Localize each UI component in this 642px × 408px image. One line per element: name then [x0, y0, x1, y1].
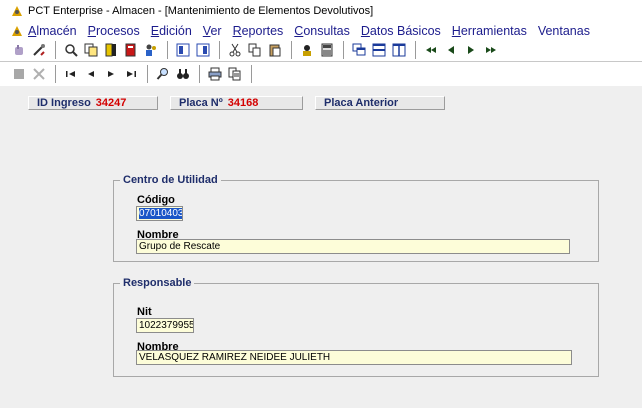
window-title: PCT Enterprise - Almacen - [Mantenimient… [28, 5, 374, 17]
tools-icon[interactable] [30, 41, 48, 59]
navigation-toolbar [0, 63, 642, 85]
hand-icon[interactable] [10, 41, 28, 59]
responsable-nombre-field[interactable]: VELASQUEZ RAMIREZ NEIDEE JULIETH [136, 350, 572, 365]
arrow-prev-icon[interactable] [442, 41, 460, 59]
codigo-label: Código [137, 194, 175, 206]
grid-view-icon[interactable] [174, 41, 192, 59]
codigo-field[interactable]: 07010403 [136, 206, 183, 221]
copy-icon[interactable] [246, 41, 264, 59]
menu-bar: Almacén Procesos Edición Ver Reportes Co… [0, 22, 642, 39]
arrow-first-icon[interactable] [422, 41, 440, 59]
copy-records-icon[interactable] [82, 41, 100, 59]
toolbar-separator [55, 41, 57, 59]
last-record-icon[interactable] [122, 65, 140, 83]
search-icon[interactable] [154, 65, 172, 83]
nit-label: Nit [137, 306, 152, 318]
id-ingreso-box: ID Ingreso 34247 [28, 96, 158, 110]
menu-procesos[interactable]: Procesos [88, 24, 140, 38]
menu-herramientas[interactable]: Herramientas [452, 24, 527, 38]
tile-horizontal-icon[interactable] [370, 41, 388, 59]
divider [0, 61, 642, 62]
previous-record-icon[interactable] [82, 65, 100, 83]
app-icon [10, 4, 24, 18]
placa-value: 34168 [227, 97, 259, 109]
id-ingreso-label: ID Ingreso [37, 97, 91, 109]
people-icon[interactable] [142, 41, 160, 59]
tile-vertical-icon[interactable] [390, 41, 408, 59]
book-icon[interactable] [102, 41, 120, 59]
menu-reportes[interactable]: Reportes [233, 24, 284, 38]
mdi-child-icon[interactable] [10, 24, 24, 38]
placa-label: Placa Nº [179, 97, 223, 109]
nit-field[interactable]: 1022379955 [136, 318, 194, 333]
binoculars-icon[interactable] [174, 65, 192, 83]
main-toolbar [0, 39, 642, 61]
menu-datos-basicos[interactable]: Datos Básicos [361, 24, 441, 38]
preview-icon[interactable] [226, 65, 244, 83]
id-ingreso-value: 34247 [95, 97, 127, 109]
toolbar-separator [291, 41, 293, 59]
toolbar-separator [199, 65, 201, 83]
responsable-legend: Responsable [123, 277, 192, 289]
placa-anterior-label: Placa Anterior [324, 97, 399, 109]
toolbar-separator [343, 41, 345, 59]
toolbar-separator [251, 65, 253, 83]
paste-icon[interactable] [266, 41, 284, 59]
menu-almacen[interactable]: Almacén [28, 24, 77, 38]
toolbar-separator [415, 41, 417, 59]
cut-icon[interactable] [226, 41, 244, 59]
print-icon[interactable] [206, 65, 224, 83]
first-record-icon[interactable] [62, 65, 80, 83]
placa-anterior-box[interactable]: Placa Anterior [315, 96, 445, 110]
calculator-icon[interactable] [318, 41, 336, 59]
toolbar-separator [55, 65, 57, 83]
next-record-icon[interactable] [102, 65, 120, 83]
toolbar-separator [167, 41, 169, 59]
user-icon[interactable] [298, 41, 316, 59]
menu-ventanas[interactable]: Ventanas [538, 24, 590, 38]
centro-nombre-field[interactable]: Grupo de Rescate [136, 239, 570, 254]
delete-icon[interactable] [30, 65, 48, 83]
form-view-icon[interactable] [194, 41, 212, 59]
menu-edicion[interactable]: Edición [151, 24, 192, 38]
codigo-value: 07010403 [139, 208, 183, 219]
arrow-next-icon[interactable] [462, 41, 480, 59]
arrow-last-icon[interactable] [482, 41, 500, 59]
search-records-icon[interactable] [62, 41, 80, 59]
menu-ver[interactable]: Ver [203, 24, 222, 38]
toolbar-separator [147, 65, 149, 83]
placa-box: Placa Nº 34168 [170, 96, 303, 110]
stop-icon[interactable] [10, 65, 28, 83]
toolbar-separator [219, 41, 221, 59]
centro-utilidad-legend: Centro de Utilidad [123, 174, 218, 186]
cascade-icon[interactable] [350, 41, 368, 59]
form-panel: ID Ingreso 34247 Placa Nº 34168 Placa An… [0, 86, 642, 408]
title-bar: PCT Enterprise - Almacen - [Mantenimient… [0, 0, 642, 22]
menu-consultas[interactable]: Consultas [294, 24, 350, 38]
red-book-icon[interactable] [122, 41, 140, 59]
